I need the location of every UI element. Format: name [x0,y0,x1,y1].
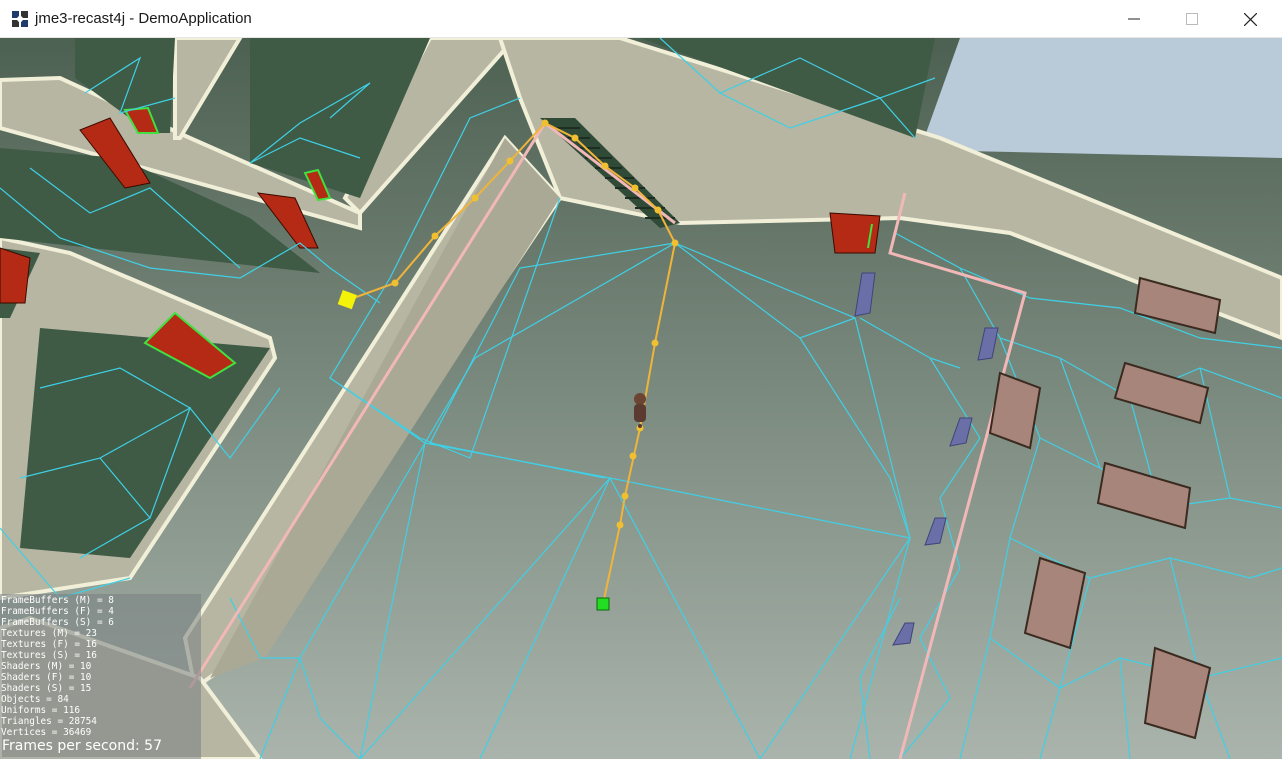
stat-line: Shaders (M) = 10 [1,661,92,672]
render-viewport[interactable]: FrameBuffers (M) = 8 FrameBuffers (F) = … [0,38,1282,759]
stat-line: Triangles = 28754 [1,716,97,727]
jmonkey-app-icon [12,11,28,27]
stat-line: Shaders (S) = 15 [1,683,92,694]
stat-line: FrameBuffers (F) = 4 [1,606,114,617]
stat-line: FrameBuffers (M) = 8 [1,595,114,606]
window-titlebar: jme3-recast4j - DemoApplication [0,0,1282,38]
minimize-button[interactable] [1105,0,1163,38]
fps-counter: Frames per second: 57 [2,738,162,754]
stat-line: Textures (M) = 23 [1,628,97,639]
maximize-button[interactable] [1163,0,1221,38]
minimize-icon [1128,18,1140,20]
end-marker [596,597,610,611]
stat-line: Shaders (F) = 10 [1,672,92,683]
close-button[interactable] [1221,0,1279,38]
close-icon [1243,12,1257,26]
stat-line: Objects = 84 [1,694,69,705]
window-title: jme3-recast4j - DemoApplication [35,10,252,27]
sky [920,38,1282,158]
stat-line: Vertices = 36469 [1,727,92,738]
stat-line: Uniforms = 116 [1,705,81,716]
stat-line: Textures (F) = 16 [1,639,97,650]
maximize-icon [1186,13,1198,25]
stat-line: Textures (S) = 16 [1,650,97,661]
stat-line: FrameBuffers (S) = 6 [1,617,114,628]
